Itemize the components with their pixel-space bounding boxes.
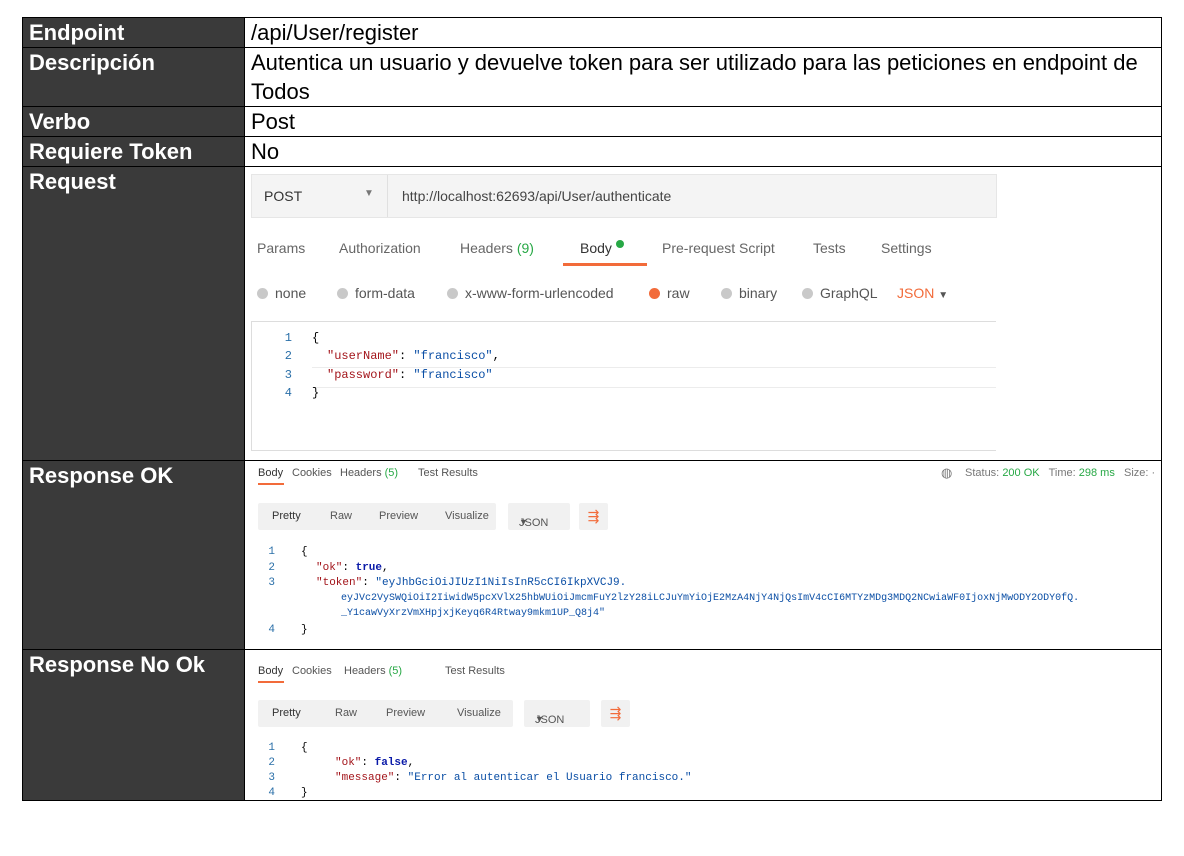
view-visualize[interactable]: Visualize xyxy=(457,707,501,719)
row-response-no-ok: Response No Ok Body Cookies Headers (5) … xyxy=(22,649,1162,801)
tab-pre-request-script[interactable]: Pre-request Script xyxy=(662,240,775,256)
view-preview[interactable]: Preview xyxy=(379,510,418,522)
radio-icon xyxy=(257,288,268,299)
value-verbo: Post xyxy=(244,106,1162,137)
wrap-lines-icon[interactable]: ⇶ xyxy=(601,700,630,727)
radio-form-data[interactable]: form-data xyxy=(337,285,415,301)
value-requiere-token: No xyxy=(244,136,1162,167)
method-select[interactable]: POST xyxy=(264,188,302,204)
view-mode-bar: Pretty Raw Preview Visualize xyxy=(258,700,513,727)
radio-selected-icon xyxy=(649,288,660,299)
radio-graphql[interactable]: GraphQL xyxy=(802,285,878,301)
tab-tests[interactable]: Tests xyxy=(813,240,846,256)
json-format-select[interactable]: JSON ▼ xyxy=(524,700,590,727)
request-screenshot: POST ▼ http://localhost:62693/api/User/a… xyxy=(245,167,1161,460)
format-select[interactable]: JSON ▼ xyxy=(897,285,948,301)
api-doc-table: Endpoint /api/User/register Descripción … xyxy=(22,17,1162,801)
view-raw[interactable]: Raw xyxy=(335,707,357,719)
value-descripcion: Autentica un usuario y devuelve token pa… xyxy=(244,47,1162,107)
row-response-ok: Response OK Body Cookies Headers (5) Tes… xyxy=(22,460,1162,650)
response-no-ok-screenshot: Body Cookies Headers (5) Test Results Pr… xyxy=(258,665,692,799)
radio-x-www-form-urlencoded[interactable]: x-www-form-urlencoded xyxy=(447,285,614,301)
radio-icon xyxy=(447,288,458,299)
url-input[interactable]: http://localhost:62693/api/User/authenti… xyxy=(402,188,671,204)
label-endpoint: Endpoint xyxy=(22,17,245,48)
tab-headers[interactable]: Headers (5) xyxy=(340,467,398,479)
view-visualize[interactable]: Visualize xyxy=(445,510,489,522)
tab-cookies[interactable]: Cookies xyxy=(292,665,332,677)
response-ok-screenshot: Body Cookies Headers (5) Test Results ◍ … xyxy=(258,465,1156,636)
tab-cookies[interactable]: Cookies xyxy=(292,467,332,479)
view-preview[interactable]: Preview xyxy=(386,707,425,719)
tab-test-results[interactable]: Test Results xyxy=(445,665,505,677)
tab-settings[interactable]: Settings xyxy=(881,240,932,256)
row-verbo: Verbo Post xyxy=(22,106,1162,137)
row-descripcion: Descripción Autentica un usuario y devue… xyxy=(22,47,1162,107)
tab-test-results[interactable]: Test Results xyxy=(418,467,478,479)
tab-body[interactable]: Body xyxy=(258,665,283,677)
view-pretty[interactable]: Pretty xyxy=(272,707,301,719)
label-request: Request xyxy=(22,166,245,461)
row-endpoint: Endpoint /api/User/register xyxy=(22,17,1162,48)
row-token: Requiere Token No xyxy=(22,136,1162,167)
dot-icon xyxy=(615,240,624,248)
label-requiere-token: Requiere Token xyxy=(22,136,245,167)
response-status: Status: 200 OK Time: 298 ms Size: · xyxy=(965,467,1156,479)
view-pretty[interactable]: Pretty xyxy=(272,510,301,522)
wrap-lines-icon[interactable]: ⇶ xyxy=(579,503,608,530)
tab-body[interactable]: Body xyxy=(258,467,283,479)
label-verbo: Verbo xyxy=(22,106,245,137)
tab-headers[interactable]: Headers (5) xyxy=(344,665,402,677)
radio-binary[interactable]: binary xyxy=(721,285,777,301)
chevron-down-icon[interactable]: ▼ xyxy=(364,188,374,199)
json-format-select[interactable]: JSON ▼ xyxy=(508,503,570,530)
row-request: Request POST ▼ http://localhost:62693/ap… xyxy=(22,166,1162,461)
label-response-no-ok: Response No Ok xyxy=(22,649,245,801)
tab-headers[interactable]: Headers (9) xyxy=(460,240,534,256)
globe-icon[interactable]: ◍ xyxy=(941,465,952,481)
radio-icon xyxy=(802,288,813,299)
view-mode-bar: Pretty Raw Preview Visualize xyxy=(258,503,496,530)
radio-raw[interactable]: raw xyxy=(649,285,690,301)
request-body-editor[interactable]: 1 2 3 4 { "userName": "francisco", "pass… xyxy=(251,321,996,451)
view-raw[interactable]: Raw xyxy=(330,510,352,522)
active-tab-indicator xyxy=(563,263,647,266)
tab-authorization[interactable]: Authorization xyxy=(339,240,421,256)
label-response-ok: Response OK xyxy=(22,460,245,650)
radio-none[interactable]: none xyxy=(257,285,306,301)
value-endpoint: /api/User/register xyxy=(244,17,1162,48)
tab-params[interactable]: Params xyxy=(257,240,305,256)
label-descripcion: Descripción xyxy=(22,47,245,107)
radio-icon xyxy=(337,288,348,299)
radio-icon xyxy=(721,288,732,299)
url-bar[interactable]: POST ▼ http://localhost:62693/api/User/a… xyxy=(251,174,997,218)
tab-body[interactable]: Body xyxy=(580,240,624,256)
